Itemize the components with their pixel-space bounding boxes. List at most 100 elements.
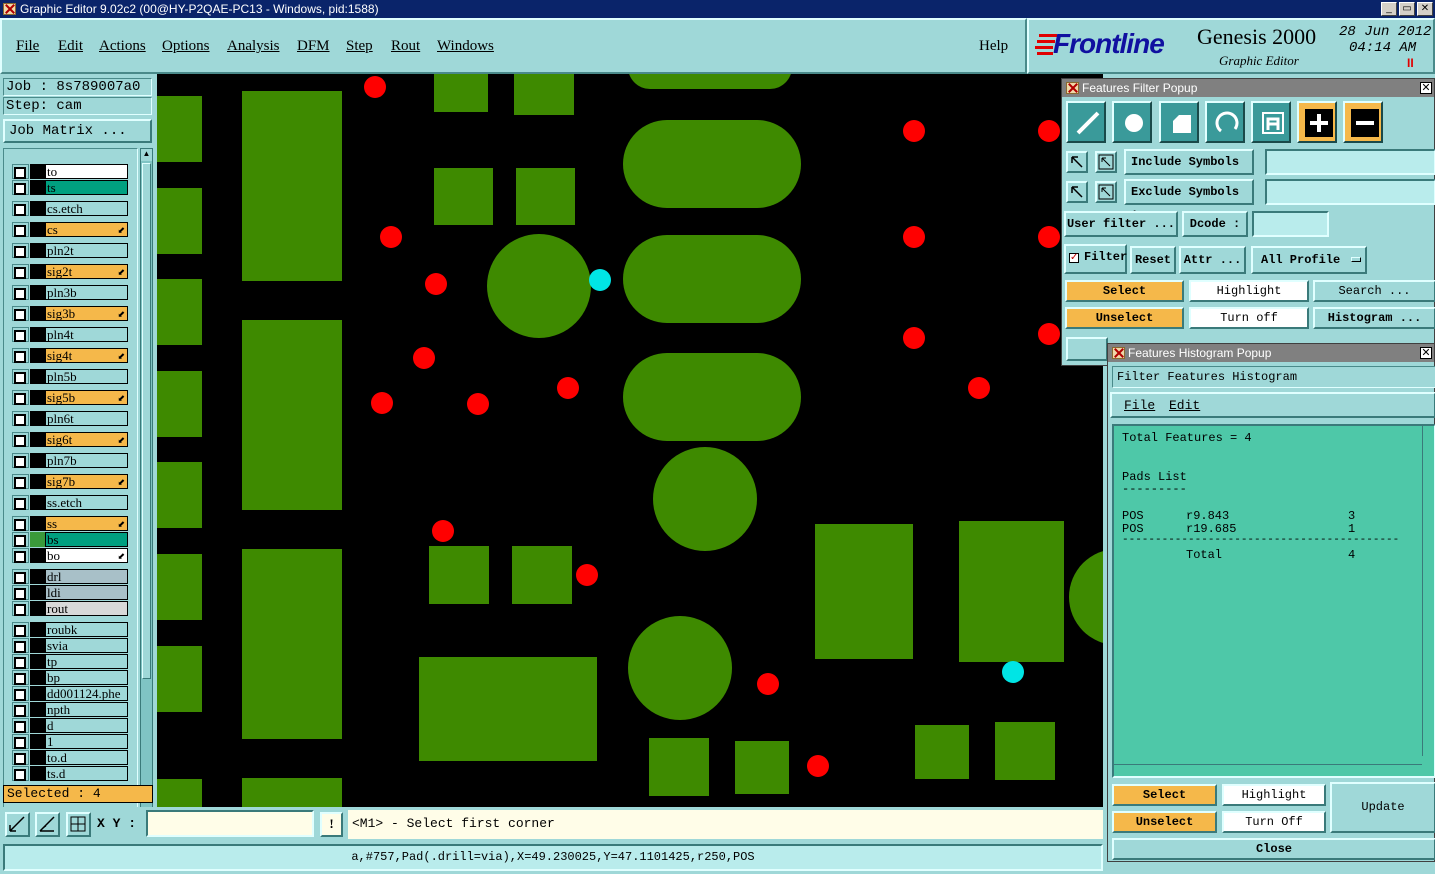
menu-dfm[interactable]: DFM (297, 38, 330, 55)
layer-row[interactable]: roubk (12, 622, 128, 637)
pcb-drawing[interactable] (157, 74, 1103, 807)
layer-checkbox[interactable] (12, 601, 29, 616)
dcode-input[interactable] (1252, 211, 1329, 237)
layer-name[interactable]: sig4t ⬋ (45, 348, 128, 363)
checkbox-box[interactable] (14, 535, 26, 547)
text-feature-icon[interactable] (1251, 101, 1291, 143)
layer-checkbox[interactable] (12, 369, 29, 384)
layer-row[interactable]: 1 (12, 734, 128, 749)
layer-row[interactable]: bs (12, 532, 128, 547)
layer-row[interactable]: cs.etch (12, 201, 128, 216)
histogram-highlight-button[interactable]: Highlight (1222, 784, 1326, 806)
layer-row[interactable]: ldi (12, 585, 128, 600)
layer-row[interactable]: drl (12, 569, 128, 584)
layer-name[interactable]: bp (45, 670, 128, 685)
layer-checkbox[interactable] (12, 243, 29, 258)
layer-name[interactable]: ss.etch (45, 495, 128, 510)
layer-checkbox[interactable] (12, 264, 29, 279)
checkbox-box[interactable] (14, 393, 26, 405)
line-feature-icon[interactable] (1066, 101, 1106, 143)
checkbox-box[interactable] (14, 689, 26, 701)
checkbox-box[interactable] (14, 519, 26, 531)
menu-options[interactable]: Options (162, 38, 210, 55)
filter-check-icon[interactable]: ✓ (1069, 253, 1079, 263)
checkbox-box[interactable] (14, 625, 26, 637)
layer-affected-icon[interactable]: ⬋ (117, 224, 125, 236)
layer-row[interactable]: ss ⬋ (12, 516, 128, 531)
checkbox-box[interactable] (14, 572, 26, 584)
layer-row[interactable]: svia (12, 638, 128, 653)
checkbox-box[interactable] (14, 477, 26, 489)
layer-row[interactable]: sig2t ⬋ (12, 264, 128, 279)
layer-row[interactable]: pln7b (12, 453, 128, 468)
layer-checkbox[interactable] (12, 532, 29, 547)
layer-checkbox[interactable] (12, 201, 29, 216)
layer-row[interactable]: to (12, 164, 128, 179)
filter-select-button[interactable]: Select (1065, 280, 1184, 302)
checkbox-box[interactable] (14, 498, 26, 510)
layer-affected-icon[interactable]: ⬋ (117, 476, 125, 488)
layer-row[interactable]: pln5b (12, 369, 128, 384)
checkbox-box[interactable] (14, 769, 26, 781)
scroll-up-arrow-icon[interactable]: ▲ (141, 149, 152, 161)
layer-checkbox[interactable] (12, 734, 29, 749)
layer-checkbox[interactable] (12, 348, 29, 363)
attr-button[interactable]: Attr ... (1179, 246, 1246, 274)
layer-affected-icon[interactable]: ⬋ (117, 550, 125, 562)
layer-affected-icon[interactable]: ⬋ (117, 392, 125, 404)
close-button[interactable]: ✕ (1417, 2, 1433, 16)
layer-name[interactable]: dd001124.phe (45, 686, 128, 701)
menu-rout[interactable]: Rout (391, 38, 420, 55)
checkbox-box[interactable] (14, 330, 26, 342)
alert-icon[interactable]: ! (320, 812, 343, 837)
pause-indicator[interactable]: II (1407, 56, 1414, 70)
layer-checkbox[interactable] (12, 654, 29, 669)
layer-affected-icon[interactable]: ⬋ (117, 266, 125, 278)
exclude-symbols-input[interactable] (1265, 179, 1435, 205)
histogram-select-button[interactable]: Select (1112, 784, 1217, 806)
layer-checkbox[interactable] (12, 285, 29, 300)
layer-name[interactable]: ldi (45, 585, 128, 600)
layer-checkbox[interactable] (12, 474, 29, 489)
checkbox-box[interactable] (14, 588, 26, 600)
layer-row[interactable]: to.d (12, 750, 128, 765)
menu-edit[interactable]: Edit (58, 38, 83, 55)
include-pick-icon[interactable] (1066, 151, 1088, 173)
layer-checkbox[interactable] (12, 686, 29, 701)
layer-checkbox[interactable] (12, 432, 29, 447)
layer-checkbox[interactable] (12, 453, 29, 468)
layer-checkbox[interactable] (12, 548, 29, 563)
layer-row[interactable]: sig3b ⬋ (12, 306, 128, 321)
layer-name[interactable]: sig2t ⬋ (45, 264, 128, 279)
layer-row[interactable]: rout (12, 601, 128, 616)
checkbox-box[interactable] (14, 225, 26, 237)
reset-button[interactable]: Reset (1130, 246, 1176, 274)
histogram-menu-edit[interactable]: Edit (1169, 398, 1200, 413)
layer-checkbox[interactable] (12, 702, 29, 717)
histogram-vscrollbar[interactable] (1422, 426, 1434, 756)
layer-checkbox[interactable] (12, 222, 29, 237)
layer-name[interactable]: pln2t (45, 243, 128, 258)
layer-checkbox[interactable] (12, 411, 29, 426)
layer-checkbox[interactable] (12, 670, 29, 685)
histogram-menu-file[interactable]: File (1124, 398, 1155, 413)
layer-affected-icon[interactable]: ⬋ (117, 308, 125, 320)
filter-unselect-button[interactable]: Unselect (1065, 307, 1184, 329)
layer-row[interactable]: sig4t ⬋ (12, 348, 128, 363)
layer-name[interactable]: ts (45, 180, 128, 195)
job-matrix-button[interactable]: Job Matrix ... (3, 119, 152, 143)
menu-analysis[interactable]: Analysis (227, 38, 280, 55)
histogram-close-icon[interactable]: ✕ (1420, 347, 1432, 359)
layer-checkbox[interactable] (12, 718, 29, 733)
checkbox-box[interactable] (14, 288, 26, 300)
checkbox-box[interactable] (14, 309, 26, 321)
search-button[interactable]: Search ... (1313, 280, 1435, 302)
layer-row[interactable]: pln6t (12, 411, 128, 426)
checkbox-box[interactable] (14, 414, 26, 426)
checkbox-box[interactable] (14, 705, 26, 717)
scrollbar-thumb[interactable] (142, 163, 151, 679)
checkbox-box[interactable] (14, 551, 26, 563)
layer-name[interactable]: svia (45, 638, 128, 653)
layer-checkbox[interactable] (12, 327, 29, 342)
layer-name[interactable]: to (45, 164, 128, 179)
